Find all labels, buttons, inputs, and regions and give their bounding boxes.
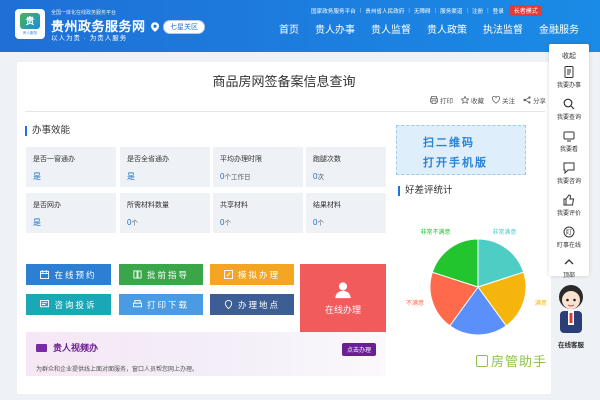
page-actions: 打印 收藏 关注 分享 (430, 95, 546, 105)
favorite-action[interactable]: 收藏 (461, 95, 484, 105)
nav-policy[interactable]: 贵人政策 (419, 24, 475, 38)
ding-icon: 盯 (563, 226, 575, 238)
rail-collapse[interactable]: 收起 (549, 51, 589, 61)
top-icon (564, 259, 574, 265)
nav-supervision[interactable]: 贵人监督 (363, 24, 419, 38)
efficacy-cell: 共享材料 0个 (213, 193, 303, 233)
efficacy-cell: 是否全省通办是 (120, 147, 210, 187)
toplink-province[interactable]: 贵州省人民政府 (365, 7, 404, 15)
pie-label: 非常满意 (492, 228, 516, 236)
video-camera-icon (36, 343, 47, 352)
eye-icon (563, 131, 575, 142)
agent-avatar-icon (559, 285, 583, 333)
qr-line2: 打开手机版 (423, 157, 488, 169)
helper-icon (476, 354, 488, 367)
site-header: 贵 贵人服务 全国一体化在线政务服务平台 贵州政务服务网 以人为贵 · 为贵人服… (0, 0, 600, 52)
consult-complaint-button[interactable]: 咨询投诉 (26, 294, 111, 315)
print-icon (132, 300, 142, 308)
efficacy-cell: 平均办理时限 0个工作日 (213, 147, 303, 187)
doc-icon (564, 66, 574, 78)
site-logo[interactable]: 贵 贵人服务 (15, 9, 45, 39)
efficacy-cell: 结果材料 0个 (306, 193, 386, 233)
print-action[interactable]: 打印 (430, 95, 453, 105)
pie-label: 不满意 (406, 299, 424, 307)
rail-item-affairs[interactable]: 我要办事 (549, 66, 589, 89)
toplink-channels[interactable]: 服务渠道 (440, 7, 462, 15)
chat-icon (563, 162, 575, 174)
video-desc: 为群众和企业提供线上面对面服务，窗口人员帮您网上办理。 (36, 367, 199, 373)
toplink-login[interactable]: 登录 (493, 7, 504, 15)
consult-icon (40, 300, 50, 308)
region-button[interactable]: 七星关区 (163, 20, 205, 34)
edit-icon (223, 270, 233, 279)
top-links: 国家政务服务平台 | 贵州省人民政府 | 无障碍 | 服务渠道 | 注册 | 登录 长者模… (311, 5, 542, 16)
rail-item-view[interactable]: 我要看 (549, 130, 589, 153)
pie-label: 非常不满意 (421, 228, 451, 236)
efficacy-section-title: 办事效能 (25, 126, 70, 136)
nav-finance[interactable]: 金融服务 (531, 24, 587, 38)
efficacy-cell: 是否网办是 (26, 193, 116, 233)
online-handle-button[interactable]: 在线办理 (300, 264, 386, 332)
print-download-button[interactable]: 打印下载 (119, 294, 203, 315)
evaluation-title: 好差评统计 (398, 186, 453, 196)
nav-affairs[interactable]: 贵人办事 (307, 24, 363, 38)
site-slogan: 以人为贵 · 为贵人服务 (51, 35, 128, 42)
elder-mode-button[interactable]: 长者模式 (509, 5, 542, 16)
rail-item-query[interactable]: 我要查询 (549, 98, 589, 121)
logo-caption: 贵人服务 (22, 29, 38, 35)
video-title: 贵人视频办 (53, 343, 99, 353)
efficacy-cell: 跑腿次数 0次 (306, 147, 386, 187)
agent-label: 在线客服 (558, 342, 584, 349)
rail-item-evaluate[interactable]: 我要评价 (549, 194, 589, 217)
thumb-icon (563, 194, 575, 206)
follow-action[interactable]: 关注 (492, 95, 515, 105)
right-rail: 收起 我要办事 我要查询 我要看 我要咨询 我要评价 盯盯事在线 顶部 (549, 44, 589, 279)
qr-banner[interactable]: 扫二维码 打开手机版 (396, 125, 526, 175)
location-button[interactable]: 办理地点 (210, 294, 294, 315)
video-service-banner: 贵人视频办 为群众和企业提供线上面对面服务，窗口人员帮您网上办理。 点击办理 (26, 332, 386, 376)
nav-home[interactable]: 首页 (271, 24, 307, 38)
book-icon (133, 270, 142, 279)
location-pin-icon (151, 22, 159, 32)
toplink-national[interactable]: 国家政务服务平台 (311, 7, 356, 15)
site-tag: 全国一体化在线政务服务平台 (51, 10, 117, 16)
region-selector[interactable]: 七星关区 (151, 20, 205, 34)
user-icon (335, 281, 351, 298)
page-title: 商品房网签备案信息查询 (212, 74, 356, 89)
svg-text:盯: 盯 (566, 229, 572, 236)
print-icon (430, 96, 438, 104)
divider (25, 111, 545, 112)
housing-helper[interactable]: 房管助手 (476, 351, 547, 370)
video-click-button[interactable]: 点击办理 (342, 343, 377, 356)
location-icon (224, 300, 233, 309)
toplink-register[interactable]: 注册 (472, 7, 483, 15)
heart-icon (492, 96, 500, 104)
pie-svg: 非常满意满意基本满意不满意非常不满意 (406, 228, 547, 355)
efficacy-cell: 是否一窗通办是 (26, 147, 116, 187)
rail-item-ding[interactable]: 盯盯事在线 (549, 226, 589, 249)
toplink-accessibility[interactable]: 无障碍 (414, 7, 431, 15)
pre-guidance-button[interactable]: 批前指导 (119, 264, 203, 285)
share-action[interactable]: 分享 (523, 95, 546, 105)
helper-label: 房管助手 (491, 354, 548, 369)
online-booking-button[interactable]: 在线预约 (26, 264, 111, 285)
evaluation-pie-chart: 非常满意满意基本满意不满意非常不满意 (399, 207, 549, 355)
logo-glyph: 贵 (20, 12, 40, 29)
online-handle-label: 在线办理 (324, 304, 361, 315)
calendar-icon (40, 270, 50, 279)
search-icon (563, 98, 575, 110)
simulation-button[interactable]: 模拟办理 (210, 264, 294, 285)
rail-item-consult[interactable]: 我要咨询 (549, 162, 589, 185)
qr-line1: 扫二维码 (423, 137, 475, 149)
star-icon (461, 96, 469, 104)
nav-law-enforcement[interactable]: 执法监督 (475, 24, 531, 38)
efficacy-cell: 所需材料数量 0个 (120, 193, 210, 233)
pie-label: 满意 (535, 299, 547, 307)
online-service-agent[interactable]: 在线客服 (553, 281, 589, 349)
share-icon (523, 96, 531, 104)
main-nav: 首页 贵人办事 贵人监督 贵人政策 执法监督 金融服务 (271, 24, 587, 38)
rail-item-top[interactable]: 顶部 (549, 256, 589, 279)
